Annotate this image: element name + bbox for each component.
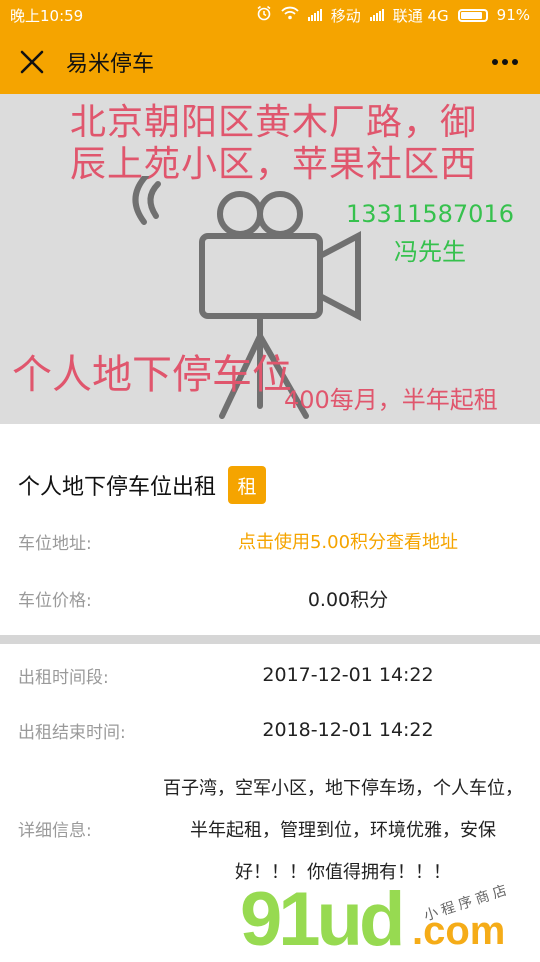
price-row: 车位价格: 0.00积分	[18, 583, 528, 613]
alarm-icon	[256, 5, 272, 25]
view-address-link[interactable]: 点击使用5.00积分查看地址	[168, 528, 528, 554]
carrier-unicom: 联通 4G	[392, 6, 449, 25]
end-time-row: 出租结束时间: 2018-12-01 14:22	[18, 715, 528, 745]
more-dot-icon	[502, 59, 508, 65]
nav-bar: 易米停车	[0, 30, 540, 94]
period-label: 出租时间段:	[18, 667, 109, 688]
banner-slogan: 个人地下停车位	[12, 352, 292, 398]
close-button[interactable]	[0, 30, 64, 94]
more-dot-icon	[492, 59, 498, 65]
price-label: 车位价格:	[18, 590, 92, 611]
status-indicators: 移动 联通 4G 91%	[256, 5, 530, 26]
period-row: 出租时间段: 2017-12-01 14:22	[18, 660, 528, 690]
watermark-logo: 91ud .com 小程序商店	[240, 880, 540, 960]
status-bar: 晚上10:59 移动 联通 4G 91%	[0, 0, 540, 30]
battery-percent: 91%	[496, 6, 530, 24]
banner-price: 400每月，半年起租	[284, 386, 498, 414]
address-label: 车位地址:	[18, 533, 92, 554]
listing-title-row: 个人地下停车位出租 租	[18, 466, 267, 504]
signal-icon	[307, 9, 322, 21]
end-time-label: 出租结束时间:	[18, 722, 126, 743]
address-row: 车位地址: 点击使用5.00积分查看地址	[18, 526, 528, 556]
detail-value: 百子湾，空军小区，地下停车场，个人车位，半年起租，管理到位，环境优雅，安保好！！…	[163, 778, 523, 883]
status-time: 晚上10:59	[10, 6, 84, 25]
banner-address: 北京朝阳区黄木厂路，御辰上苑小区，苹果社区西	[70, 102, 478, 185]
listing-title: 个人地下停车位出租	[18, 475, 217, 500]
listing-banner-image: 北京朝阳区黄木厂路，御辰上苑小区，苹果社区西 13311587016 冯先生 个…	[0, 94, 540, 424]
detail-label: 详细信息:	[18, 821, 92, 841]
watermark-brand: 91ud	[240, 877, 405, 962]
price-value: 0.00积分	[307, 588, 389, 611]
more-dot-icon	[512, 59, 518, 65]
battery-icon	[457, 8, 488, 22]
more-button[interactable]	[470, 30, 540, 94]
carrier-mobile: 移动	[330, 6, 361, 25]
period-value: 2017-12-01 14:22	[262, 664, 434, 686]
page-title: 易米停车	[66, 52, 155, 77]
banner-phone: 13311587016	[346, 200, 514, 228]
close-icon	[20, 50, 44, 74]
signal-icon	[369, 9, 384, 21]
wifi-icon	[281, 6, 299, 24]
rent-badge: 租	[228, 466, 267, 504]
banner-contact: 冯先生	[394, 238, 466, 266]
section-divider	[0, 635, 540, 644]
end-time-value: 2018-12-01 14:22	[262, 719, 434, 741]
